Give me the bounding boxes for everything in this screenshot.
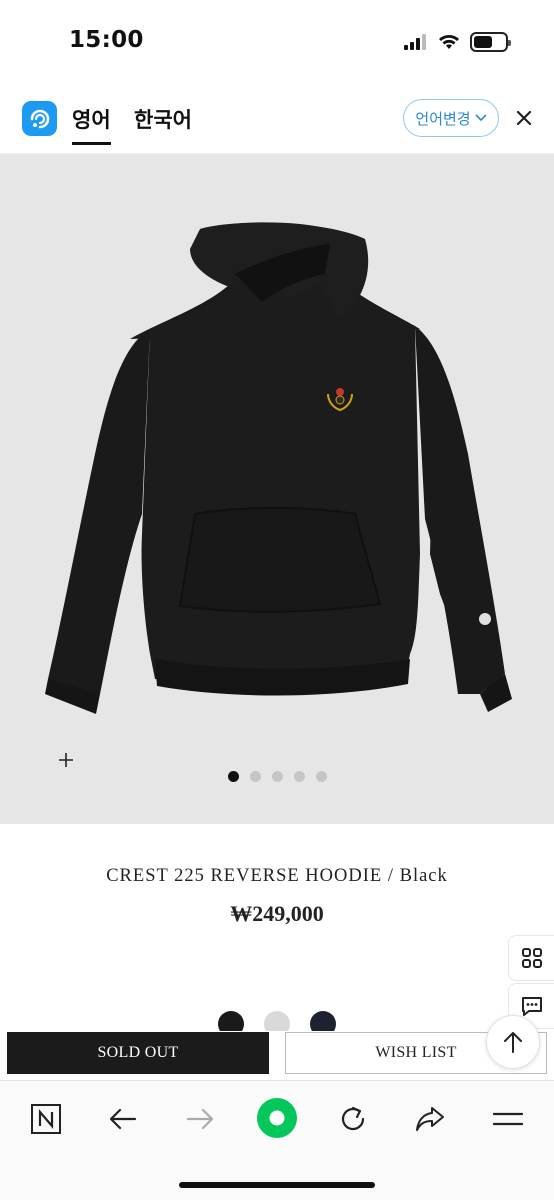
- scroll-to-top-button[interactable]: [486, 1015, 540, 1069]
- carousel-dot[interactable]: [249, 771, 261, 782]
- hoodie-image: [45, 222, 512, 714]
- back-arrow-icon[interactable]: [103, 1099, 143, 1139]
- refresh-icon[interactable]: [333, 1099, 373, 1139]
- carousel-dot[interactable]: [227, 771, 239, 782]
- color-swatch[interactable]: [310, 1011, 336, 1031]
- naver-n-icon[interactable]: [26, 1099, 66, 1139]
- product-price: ₩249,000: [230, 901, 324, 926]
- zoom-plus-icon[interactable]: [56, 750, 76, 770]
- tab-korean[interactable]: 한국어: [134, 104, 192, 134]
- carousel-dot[interactable]: [293, 771, 305, 782]
- wifi-icon: [439, 35, 459, 49]
- signal-icon: [404, 34, 426, 50]
- naver-green-home-icon[interactable]: [256, 1097, 298, 1139]
- change-language-button[interactable]: 언어변경: [403, 99, 499, 137]
- sold-out-button[interactable]: SOLD OUT: [7, 1032, 269, 1074]
- status-time: 15:00: [69, 27, 144, 53]
- battery-icon: [470, 32, 511, 52]
- color-swatch[interactable]: [264, 1011, 290, 1031]
- chevron-down-icon: [475, 114, 487, 122]
- tab-english[interactable]: 영어: [72, 104, 111, 145]
- change-language-label: 언어변경: [415, 109, 471, 128]
- status-icons: [404, 32, 511, 52]
- grid-view-button[interactable]: [508, 935, 554, 981]
- translate-bar: 영어 한국어 언어변경: [0, 84, 554, 154]
- browser-toolbar: [0, 1080, 554, 1200]
- status-bar: 15:00: [0, 0, 554, 84]
- battery-level: [474, 36, 492, 48]
- product-name: CREST 225 REVERSE HOODIE / Black: [106, 866, 448, 886]
- color-swatch[interactable]: [218, 1011, 244, 1031]
- product-image-carousel[interactable]: [0, 154, 554, 824]
- grid-icon: [521, 948, 542, 968]
- arrow-up-icon: [504, 1032, 522, 1053]
- translator-logo-icon[interactable]: [22, 101, 57, 136]
- carousel-dot[interactable]: [271, 771, 283, 782]
- menu-icon[interactable]: [488, 1099, 528, 1139]
- color-swatches: [0, 1011, 554, 1031]
- close-icon[interactable]: [512, 106, 536, 130]
- home-indicator: [179, 1182, 375, 1188]
- share-icon[interactable]: [410, 1099, 450, 1139]
- carousel-dot[interactable]: [315, 771, 327, 782]
- carousel-dots: [0, 771, 554, 782]
- forward-arrow-icon[interactable]: [180, 1099, 220, 1139]
